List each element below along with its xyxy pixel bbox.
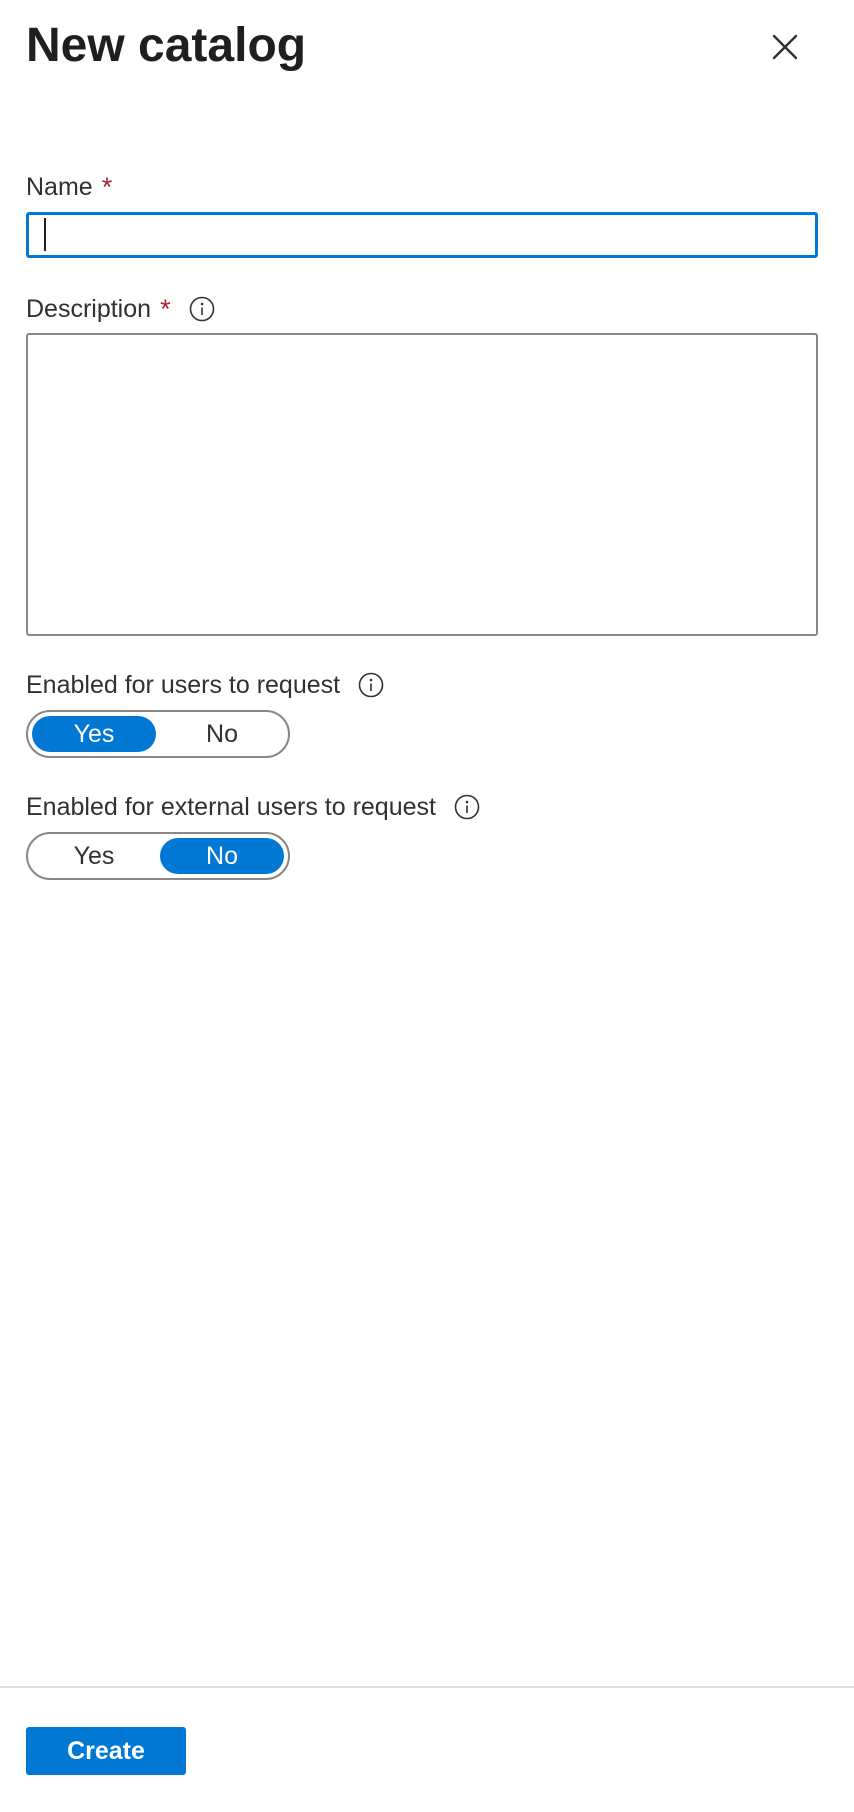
- enabled-external-label-row: Enabled for external users to request: [26, 790, 480, 824]
- close-button[interactable]: [762, 24, 808, 70]
- new-catalog-panel: New catalog Name * Description * Enabled…: [0, 0, 854, 1812]
- footer-divider: [0, 1686, 854, 1688]
- enabled-external-yes-option[interactable]: Yes: [32, 838, 156, 874]
- description-info-icon[interactable]: [189, 296, 215, 322]
- enabled-external-label: Enabled for external users to request: [26, 793, 436, 821]
- enabled-users-no-option[interactable]: No: [160, 716, 284, 752]
- create-button[interactable]: Create: [26, 1727, 186, 1775]
- description-textarea[interactable]: [26, 333, 818, 636]
- description-required-marker: *: [160, 294, 171, 324]
- close-icon: [772, 34, 798, 60]
- enabled-users-yes-option[interactable]: Yes: [32, 716, 156, 752]
- text-caret: [44, 218, 46, 251]
- description-label-row: Description *: [26, 292, 215, 326]
- name-label: Name: [26, 173, 93, 201]
- enabled-users-label-row: Enabled for users to request: [26, 668, 384, 702]
- description-label: Description: [26, 295, 152, 323]
- enabled-users-label: Enabled for users to request: [26, 671, 341, 699]
- page-title: New catalog: [26, 19, 307, 72]
- enabled-external-no-option[interactable]: No: [160, 838, 284, 874]
- name-input[interactable]: [26, 212, 818, 258]
- name-required-marker: *: [101, 172, 113, 202]
- enabled-users-info-icon[interactable]: [358, 672, 384, 698]
- name-label-row: Name *: [26, 170, 112, 204]
- enabled-external-toggle: Yes No: [26, 832, 290, 880]
- enabled-users-toggle: Yes No: [26, 710, 290, 758]
- enabled-external-info-icon[interactable]: [454, 794, 480, 820]
